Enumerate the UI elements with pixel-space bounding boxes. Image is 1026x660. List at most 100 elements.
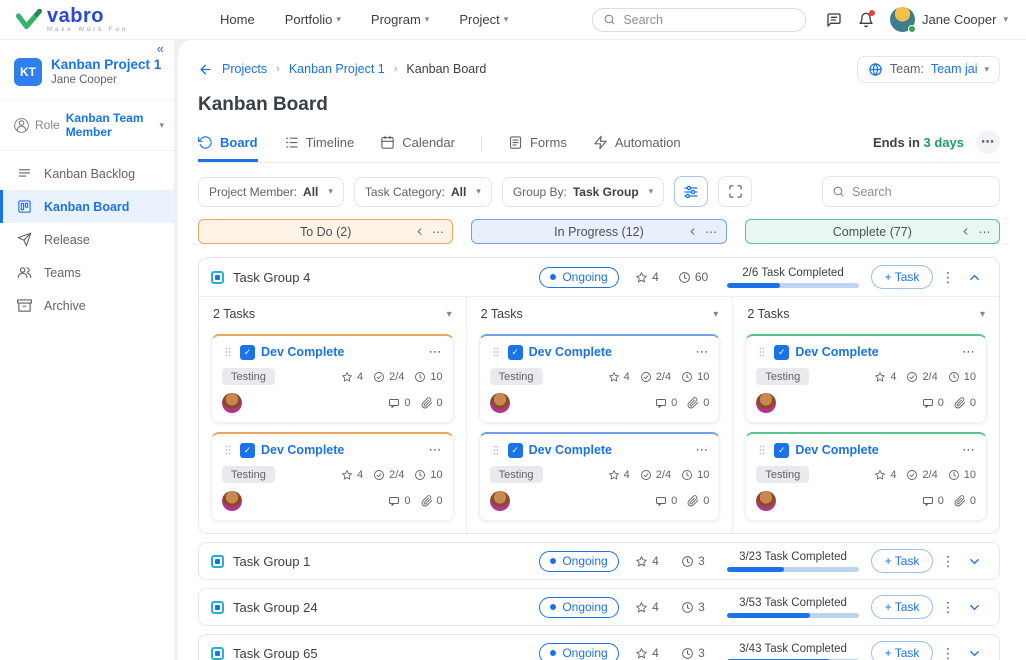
filter-settings-button[interactable] xyxy=(674,176,708,207)
clock-icon xyxy=(681,647,694,660)
app-logo[interactable]: vabro Make Work Fun xyxy=(0,6,176,33)
card-more-icon[interactable]: ⋯ xyxy=(695,442,709,458)
chevron-down-icon[interactable]: ▾ xyxy=(447,309,452,320)
task-group-row[interactable]: Task Group 1 Ongoing 4 3 3/23 Task Compl… xyxy=(198,542,1000,580)
project-header[interactable]: KT Kanban Project 1 Jane Cooper xyxy=(0,40,174,100)
card-more-icon[interactable]: ⋯ xyxy=(962,344,976,360)
task-title[interactable]: Dev Complete xyxy=(529,443,612,457)
task-group-header[interactable]: Task Group 4 Ongoing 4 60 2/6 Task Compl… xyxy=(199,258,999,296)
card-more-icon[interactable]: ⋯ xyxy=(695,344,709,360)
add-task-button[interactable]: + Task xyxy=(871,641,934,660)
group-more-icon[interactable]: ⋮ xyxy=(941,553,955,570)
assignee-avatar[interactable] xyxy=(756,393,776,413)
breadcrumb-item[interactable]: Projects xyxy=(222,62,267,76)
clock-icon xyxy=(681,469,693,481)
expand-group-icon[interactable] xyxy=(967,600,982,615)
tab-board[interactable]: Board xyxy=(198,135,258,162)
breadcrumb-separator: › xyxy=(394,63,398,75)
column-header-in-progress[interactable]: In Progress (12) ⋯ xyxy=(471,219,726,244)
chevron-down-icon: ▾ xyxy=(425,14,430,25)
time-estimate: 3 xyxy=(669,646,717,660)
group-more-icon[interactable]: ⋮ xyxy=(941,599,955,616)
task-card[interactable]: ✓ Dev Complete ⋯ Testing 4 2/4 10 0 0 xyxy=(211,334,454,423)
task-title[interactable]: Dev Complete xyxy=(261,345,344,359)
sidebar-item-archive[interactable]: Archive xyxy=(0,289,174,322)
task-card[interactable]: ✓ Dev Complete ⋯ Testing 4 2/4 10 0 0 xyxy=(211,432,454,521)
nav-portfolio[interactable]: Portfolio▾ xyxy=(285,12,341,27)
page-more-button[interactable]: ⋯ xyxy=(976,130,1000,154)
task-title[interactable]: Dev Complete xyxy=(795,345,878,359)
drag-icon xyxy=(756,444,768,456)
task-card[interactable]: ✓ Dev Complete ⋯ Testing 4 2/4 10 0 0 xyxy=(479,334,721,423)
task-group-row[interactable]: Task Group 24 Ongoing 4 3 3/53 Task Comp… xyxy=(198,588,1000,626)
expand-group-icon[interactable] xyxy=(967,646,982,660)
tab-forms[interactable]: Forms xyxy=(508,135,567,162)
assignee-avatar[interactable] xyxy=(490,393,510,413)
task-title[interactable]: Dev Complete xyxy=(795,443,878,457)
status-badge[interactable]: Ongoing xyxy=(539,551,618,572)
role-selector[interactable]: Role Kanban Team Member ▾ xyxy=(0,100,174,151)
nav-home[interactable]: Home xyxy=(220,12,255,27)
tab-automation[interactable]: Automation xyxy=(593,135,681,162)
column-more-icon[interactable]: ⋯ xyxy=(978,225,991,239)
add-task-button[interactable]: + Task xyxy=(871,595,934,619)
chevron-down-icon[interactable]: ▾ xyxy=(713,309,718,320)
group-by-filter[interactable]: Group By:Task Group ▾ xyxy=(502,177,664,207)
task-category-filter[interactable]: Task Category:All ▾ xyxy=(354,177,492,207)
project-member-filter[interactable]: Project Member:All ▾ xyxy=(198,177,344,207)
tab-timeline[interactable]: Timeline xyxy=(284,135,355,162)
nav-project[interactable]: Project▾ xyxy=(459,12,508,27)
status-badge[interactable]: Ongoing xyxy=(539,267,618,288)
group-more-icon[interactable]: ⋮ xyxy=(941,645,955,660)
messages-button[interactable] xyxy=(826,12,842,28)
expand-group-icon[interactable] xyxy=(967,554,982,569)
board-search-input[interactable] xyxy=(852,185,990,199)
task-title[interactable]: Dev Complete xyxy=(261,443,344,457)
card-attachments: 0 xyxy=(437,397,443,409)
global-search[interactable] xyxy=(592,8,806,32)
chevron-down-icon[interactable]: ▾ xyxy=(980,309,985,320)
status-badge[interactable]: Ongoing xyxy=(539,643,618,660)
add-task-button[interactable]: + Task xyxy=(871,265,934,289)
task-card[interactable]: ✓ Dev Complete ⋯ Testing 4 2/4 10 0 0 xyxy=(479,432,721,521)
sidebar-item-kanban-backlog[interactable]: Kanban Backlog xyxy=(0,157,174,190)
task-title[interactable]: Dev Complete xyxy=(529,345,612,359)
group-progress: 3/43 Task Completed xyxy=(727,643,859,660)
card-more-icon[interactable]: ⋯ xyxy=(962,442,976,458)
card-more-icon[interactable]: ⋯ xyxy=(429,442,443,458)
add-task-button[interactable]: + Task xyxy=(871,549,934,573)
card-time: 10 xyxy=(964,469,976,481)
status-badge[interactable]: Ongoing xyxy=(539,597,618,618)
notifications-button[interactable] xyxy=(858,12,874,28)
sidebar-item-teams[interactable]: Teams xyxy=(0,256,174,289)
assignee-avatar[interactable] xyxy=(490,491,510,511)
sidebar-collapse-button[interactable]: « xyxy=(157,41,164,56)
card-more-icon[interactable]: ⋯ xyxy=(429,344,443,360)
column-header-complete[interactable]: Complete (77) ⋯ xyxy=(745,219,1000,244)
card-comments: 0 xyxy=(671,495,677,507)
global-search-input[interactable] xyxy=(623,13,795,27)
task-card[interactable]: ✓ Dev Complete ⋯ Testing 4 2/4 10 0 0 xyxy=(745,432,987,521)
nav-program[interactable]: Program▾ xyxy=(371,12,429,27)
group-more-icon[interactable]: ⋮ xyxy=(941,269,955,286)
assignee-avatar[interactable] xyxy=(756,491,776,511)
fullscreen-button[interactable] xyxy=(718,176,752,207)
sidebar-item-kanban-board[interactable]: Kanban Board xyxy=(0,190,174,223)
column-header-to-do[interactable]: To Do (2) ⋯ xyxy=(198,219,453,244)
collapse-group-icon[interactable] xyxy=(967,270,982,285)
assignee-avatar[interactable] xyxy=(222,393,242,413)
sidebar-item-release[interactable]: Release xyxy=(0,223,174,256)
task-card[interactable]: ✓ Dev Complete ⋯ Testing 4 2/4 10 0 0 xyxy=(745,334,987,423)
back-arrow-icon[interactable] xyxy=(198,62,213,77)
board-search[interactable] xyxy=(822,176,1000,207)
column-more-icon[interactable]: ⋯ xyxy=(705,225,718,239)
team-selector[interactable]: Team: Team jai ▾ xyxy=(857,56,1000,83)
tab-calendar[interactable]: Calendar xyxy=(380,135,455,162)
breadcrumb-item: Kanban Board xyxy=(406,62,486,76)
task-group-row[interactable]: Task Group 65 Ongoing 4 3 3/43 Task Comp… xyxy=(198,634,1000,660)
assignee-avatar[interactable] xyxy=(222,491,242,511)
column-more-icon[interactable]: ⋯ xyxy=(432,225,445,239)
user-menu[interactable]: Jane Cooper ▾ xyxy=(890,7,1008,32)
breadcrumb-item[interactable]: Kanban Project 1 xyxy=(289,62,385,76)
task-tag: Testing xyxy=(490,466,543,483)
